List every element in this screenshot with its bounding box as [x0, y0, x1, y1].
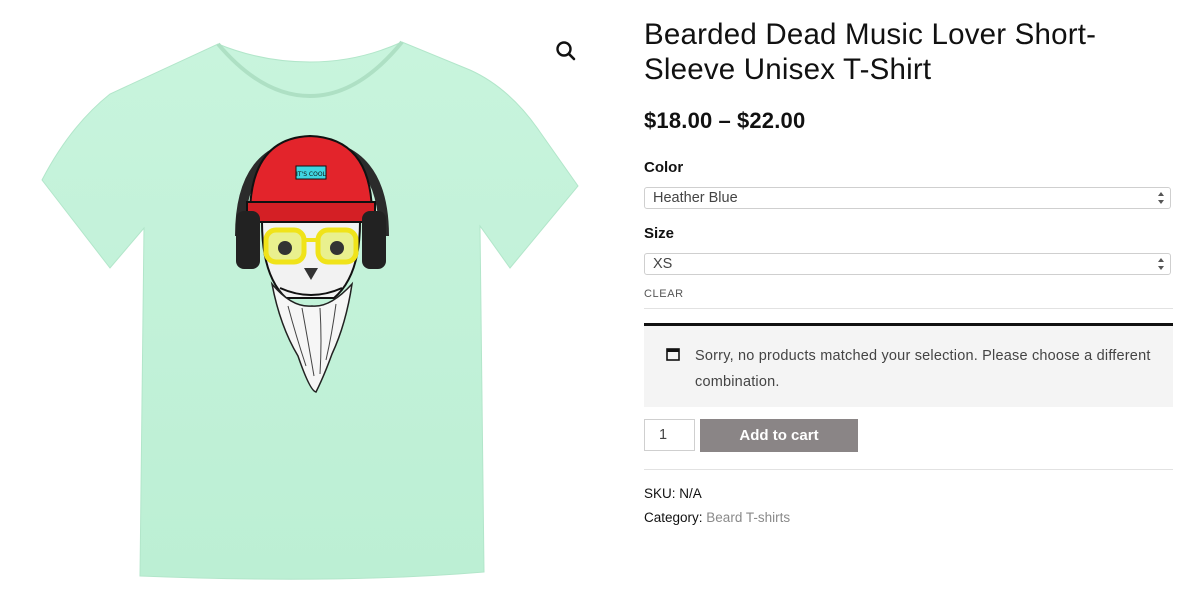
add-to-cart-button[interactable]: Add to cart: [700, 419, 858, 452]
size-select[interactable]: XS: [644, 253, 1171, 275]
color-select-value: Heather Blue: [653, 190, 738, 206]
product-title: Bearded Dead Music Lover Short-Sleeve Un…: [644, 18, 1097, 86]
category-link[interactable]: Beard T-shirts: [706, 510, 790, 525]
price-min: $18.00: [644, 108, 713, 133]
color-label: Color: [644, 159, 684, 176]
sku-row: SKU: N/A: [644, 486, 702, 501]
size-label: Size: [644, 225, 675, 242]
select-arrows-icon: [1158, 258, 1164, 270]
sku-label: SKU:: [644, 486, 676, 501]
price-separator: –: [718, 108, 731, 133]
price-range: $18.00– $22.00: [644, 108, 805, 134]
notice-message: Sorry, no products matched your selectio…: [695, 348, 1151, 390]
clear-selection-link[interactable]: CLEAR: [644, 288, 684, 300]
magnifier-icon[interactable]: [553, 38, 579, 64]
divider: [644, 469, 1173, 470]
sku-value: N/A: [679, 486, 702, 501]
category-row: Category: Beard T-shirts: [644, 510, 790, 525]
divider: [644, 308, 1173, 309]
product-image[interactable]: IT'S COOL: [40, 36, 580, 581]
window-icon: [666, 348, 680, 361]
select-arrows-icon: [1158, 192, 1164, 204]
category-label: Category:: [644, 510, 703, 525]
variation-notice: Sorry, no products matched your selectio…: [644, 323, 1173, 407]
size-select-value: XS: [653, 256, 673, 272]
hat-logo: IT'S COOL: [296, 171, 326, 178]
product-gallery: IT'S COOL: [0, 0, 600, 594]
quantity-input[interactable]: 1: [644, 419, 695, 451]
color-select[interactable]: Heather Blue: [644, 187, 1171, 209]
price-max: $22.00: [736, 108, 806, 133]
